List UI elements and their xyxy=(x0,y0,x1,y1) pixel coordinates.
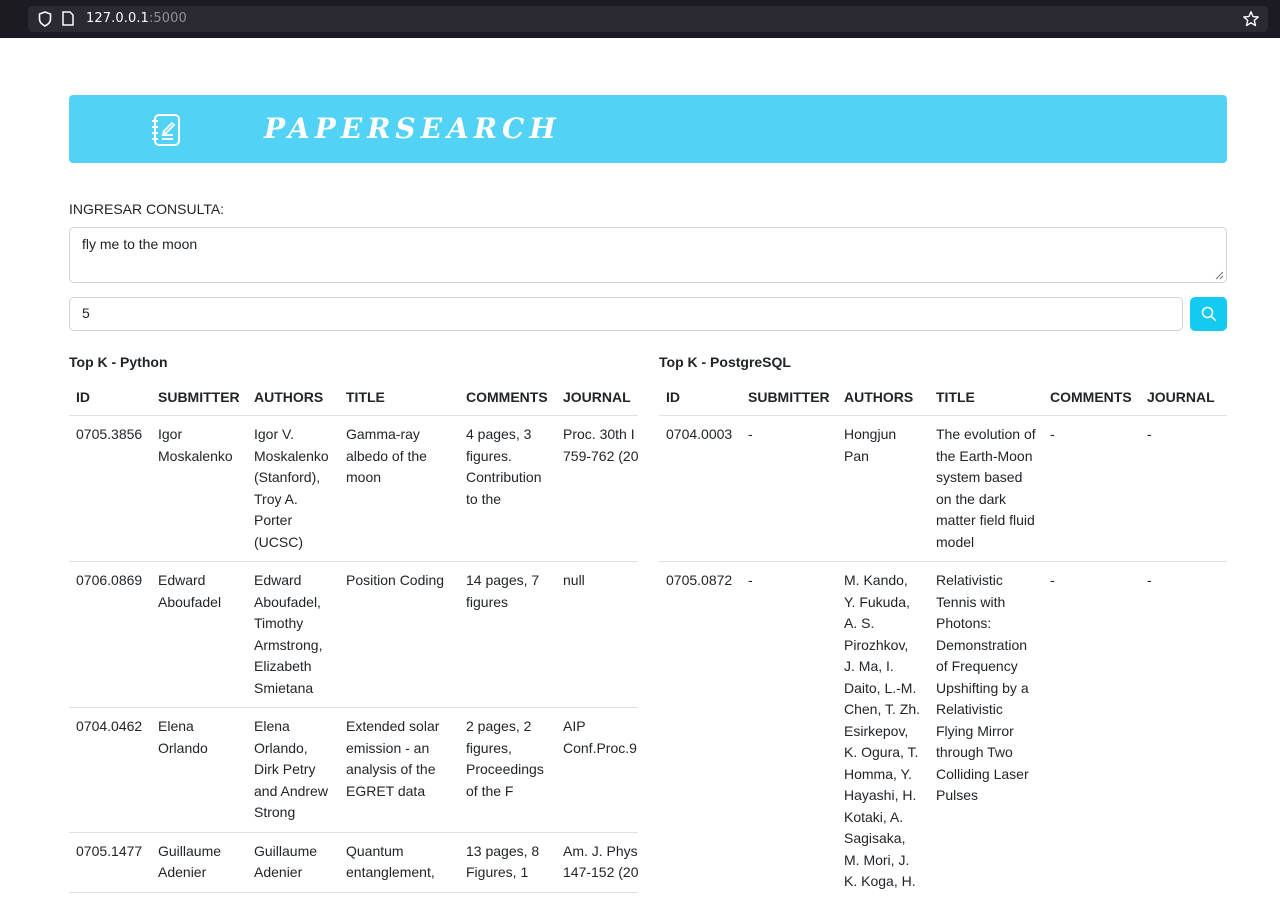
column-header: AUTHORS xyxy=(837,380,929,416)
column-header: SUBMITTER xyxy=(151,380,247,416)
column-header: COMMENTS xyxy=(1043,380,1140,416)
k-value: 5 xyxy=(82,305,90,321)
column-header: JOURNAL xyxy=(1140,380,1227,416)
cell-journal: - xyxy=(1140,415,1227,562)
cell-title: Position Coding xyxy=(339,561,459,708)
column-header: SUBMITTER xyxy=(741,380,837,416)
query-textarea[interactable]: fly me to the moon xyxy=(69,227,1227,283)
cell-journal: null xyxy=(556,561,638,708)
cell-id: 0706.0869 xyxy=(69,561,151,708)
k-input[interactable]: 5 xyxy=(69,297,1183,331)
column-header: TITLE xyxy=(929,380,1043,416)
cell-journal: AIP Conf.Proc.9 xyxy=(556,707,638,833)
query-label: INGRESAR CONSULTA: xyxy=(69,201,225,217)
postgres-results-table: ID SUBMITTER AUTHORS TITLE COMMENTS JOUR… xyxy=(659,380,1227,899)
cell-journal: Proc. 30th I 759-762 (20 xyxy=(556,415,638,562)
cell-title: Extended solar emission - an analysis of… xyxy=(339,707,459,833)
python-results-panel: ID SUBMITTER AUTHORS TITLE COMMENTS JOUR… xyxy=(69,380,638,899)
cell-title: Relativistic Tennis with Photons: Demons… xyxy=(929,561,1043,899)
table-row: 0705.1477 Guillaume Adenier Guillaume Ad… xyxy=(69,832,638,893)
postgres-results-title: Top K - PostgreSQL xyxy=(659,354,791,370)
column-header: ID xyxy=(69,380,151,416)
cell-submitter: - xyxy=(741,561,837,899)
cell-id: 0704.0462 xyxy=(69,707,151,833)
postgres-results-panel: ID SUBMITTER AUTHORS TITLE COMMENTS JOUR… xyxy=(659,380,1227,899)
header-banner xyxy=(69,95,1227,163)
cell-comments: 4 pages, 3 figures. Contribution to the xyxy=(459,415,556,562)
journal-line: 147-152 (20 xyxy=(563,864,638,880)
brand-title: PAPERSEARCH xyxy=(264,112,561,145)
cell-comments: 2 pages, 2 figures, Proceedings of the F xyxy=(459,707,556,833)
address-bar[interactable] xyxy=(28,6,1268,32)
journal-line: Conf.Proc.9 xyxy=(563,739,637,756)
resize-handle-icon[interactable] xyxy=(1215,271,1224,280)
cell-id: 0704.0003 xyxy=(659,415,741,562)
cell-submitter: Edward Aboufadel xyxy=(151,561,247,708)
star-icon[interactable] xyxy=(1242,10,1260,28)
python-results-table: ID SUBMITTER AUTHORS TITLE COMMENTS JOUR… xyxy=(69,380,638,893)
journal-line: Am. J. Phys. xyxy=(563,842,638,859)
shield-icon[interactable] xyxy=(38,11,52,27)
cell-authors: Elena Orlando, Dirk Petry and Andrew Str… xyxy=(247,707,339,833)
cell-journal: - xyxy=(1140,561,1227,899)
table-row: 0705.0872 - M. Kando, Y. Fukuda, A. S. P… xyxy=(659,561,1227,899)
cell-comments: - xyxy=(1043,561,1140,899)
search-icon xyxy=(1201,306,1217,322)
cell-submitter: Guillaume Adenier xyxy=(151,832,247,893)
table-row: 0705.3856 Igor Moskalenko Igor V. Moskal… xyxy=(69,415,638,562)
cell-comments: 13 pages, 8 Figures, 1 xyxy=(459,832,556,893)
cell-title: Quantum entanglement, xyxy=(339,832,459,893)
browser-toolbar: 127.0.0.1:5000 xyxy=(0,0,1280,38)
table-row: 0706.0869 Edward Aboufadel Edward Aboufa… xyxy=(69,561,638,708)
search-button[interactable] xyxy=(1190,297,1227,331)
cell-id: 0705.1477 xyxy=(69,832,151,893)
journal-line: null xyxy=(563,572,585,588)
cell-authors: Hongjun Pan xyxy=(837,415,929,562)
cell-authors: Igor V. Moskalenko (Stanford), Troy A. P… xyxy=(247,415,339,562)
url-text[interactable]: 127.0.0.1:5000 xyxy=(86,11,187,26)
column-header: AUTHORS xyxy=(247,380,339,416)
cell-comments: 14 pages, 7 figures xyxy=(459,561,556,708)
cell-authors: Guillaume Adenier xyxy=(247,832,339,893)
column-header: JOURNAL xyxy=(556,380,638,416)
cell-authors: M. Kando, Y. Fukuda, A. S. Pirozhkov, J.… xyxy=(837,561,929,899)
table-row: 0704.0003 - Hongjun Pan The evolution of… xyxy=(659,415,1227,562)
table-header-row: ID SUBMITTER AUTHORS TITLE COMMENTS JOUR… xyxy=(69,380,638,416)
cell-authors: Edward Aboufadel, Timothy Armstrong, Eli… xyxy=(247,561,339,708)
table-row: 0704.0462 Elena Orlando Elena Orlando, D… xyxy=(69,707,638,833)
column-header: TITLE xyxy=(339,380,459,416)
journal-line: 759-762 (20 xyxy=(563,447,638,464)
journal-line: Proc. 30th I xyxy=(563,426,635,442)
cell-submitter: Elena Orlando xyxy=(151,707,247,833)
notebook-icon xyxy=(152,114,180,146)
cell-id: 0705.3856 xyxy=(69,415,151,562)
cell-journal: Am. J. Phys. 147-152 (20 xyxy=(556,832,638,893)
cell-title: The evolution of the Earth-Moon system b… xyxy=(929,415,1043,562)
cell-submitter: Igor Moskalenko xyxy=(151,415,247,562)
journal-line: AIP xyxy=(563,718,586,734)
python-results-title: Top K - Python xyxy=(69,354,168,370)
cell-title: Gamma-ray albedo of the moon xyxy=(339,415,459,562)
query-text: fly me to the moon xyxy=(82,236,198,252)
page-icon xyxy=(62,11,74,26)
cell-submitter: - xyxy=(741,415,837,562)
column-header: ID xyxy=(659,380,741,416)
table-header-row: ID SUBMITTER AUTHORS TITLE COMMENTS JOUR… xyxy=(659,380,1227,416)
cell-comments: - xyxy=(1043,415,1140,562)
cell-id: 0705.0872 xyxy=(659,561,741,899)
column-header: COMMENTS xyxy=(459,380,556,416)
